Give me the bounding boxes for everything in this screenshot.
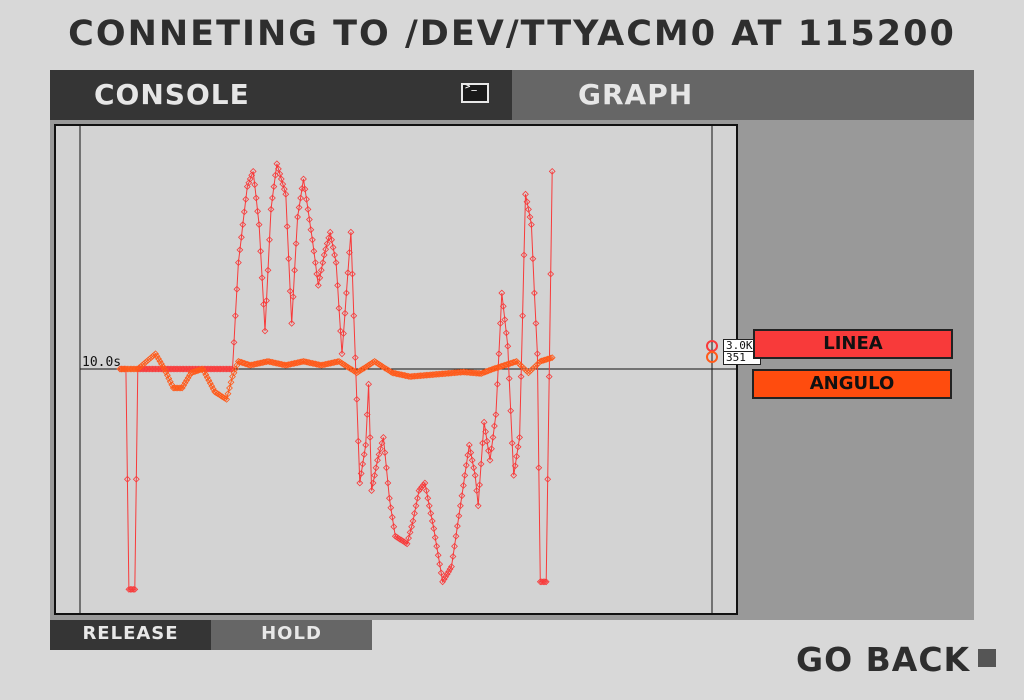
serial-plotter-screen: CONNETING TO /DEV/TTYACM0 AT 115200 CONS… (0, 0, 1024, 700)
legend-angulo-button[interactable]: ANGULO (752, 369, 952, 399)
graph-panel: 10.0s 3.0K 351 LINEA ANGULO (50, 120, 974, 620)
legend-linea-button[interactable]: LINEA (753, 329, 953, 359)
series-layer (116, 160, 718, 593)
tab-graph-label: GRAPH (578, 78, 694, 111)
go-back-square-icon[interactable] (978, 649, 996, 667)
hold-button[interactable]: HOLD (211, 620, 372, 650)
time-axis-label: 10.0s (82, 355, 121, 370)
serial-plot: 10.0s (79, 126, 736, 613)
tab-bar: CONSOLE >_ GRAPH (50, 70, 974, 120)
tab-console[interactable]: CONSOLE >_ (50, 70, 512, 120)
release-button[interactable]: RELEASE (50, 620, 211, 650)
connection-title: CONNETING TO /DEV/TTYACM0 AT 115200 (68, 14, 956, 54)
plot-area[interactable]: 10.0s (54, 124, 738, 615)
go-back-button[interactable]: GO BACK (796, 640, 970, 679)
series-line-linea (120, 163, 553, 590)
tab-graph[interactable]: GRAPH (512, 70, 974, 120)
tab-console-label: CONSOLE (94, 78, 250, 111)
terminal-prompt: >_ (465, 83, 478, 92)
terminal-icon: >_ (461, 83, 489, 103)
